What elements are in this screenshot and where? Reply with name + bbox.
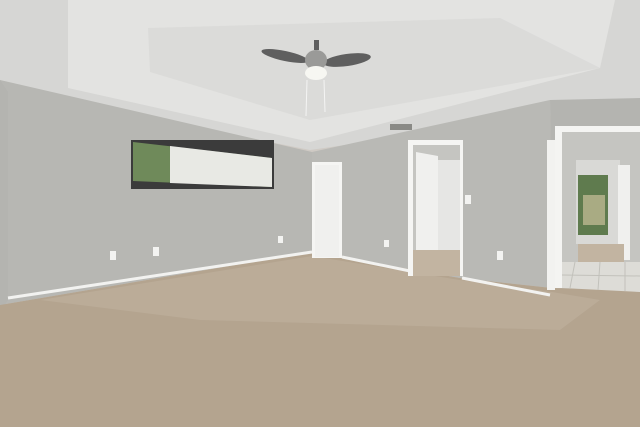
hall-carpet-patch (578, 244, 624, 262)
right-door-casing (547, 140, 555, 290)
light-switch (465, 195, 471, 204)
outlet-left-far (278, 236, 283, 243)
bath-floor (413, 250, 460, 276)
hall-window-light (583, 195, 605, 225)
outlet-left-mid (153, 247, 159, 256)
outlet-back (384, 240, 389, 247)
left-edge-wall (0, 80, 8, 312)
hvac-vent (390, 124, 412, 130)
bath-inner-wall (438, 160, 460, 250)
fan-light (305, 66, 327, 80)
empty-bedroom-photo (0, 0, 640, 427)
closet-door (315, 165, 339, 257)
fan-downrod (314, 40, 319, 50)
outlet-right (497, 251, 503, 260)
outlet-left (110, 251, 116, 260)
